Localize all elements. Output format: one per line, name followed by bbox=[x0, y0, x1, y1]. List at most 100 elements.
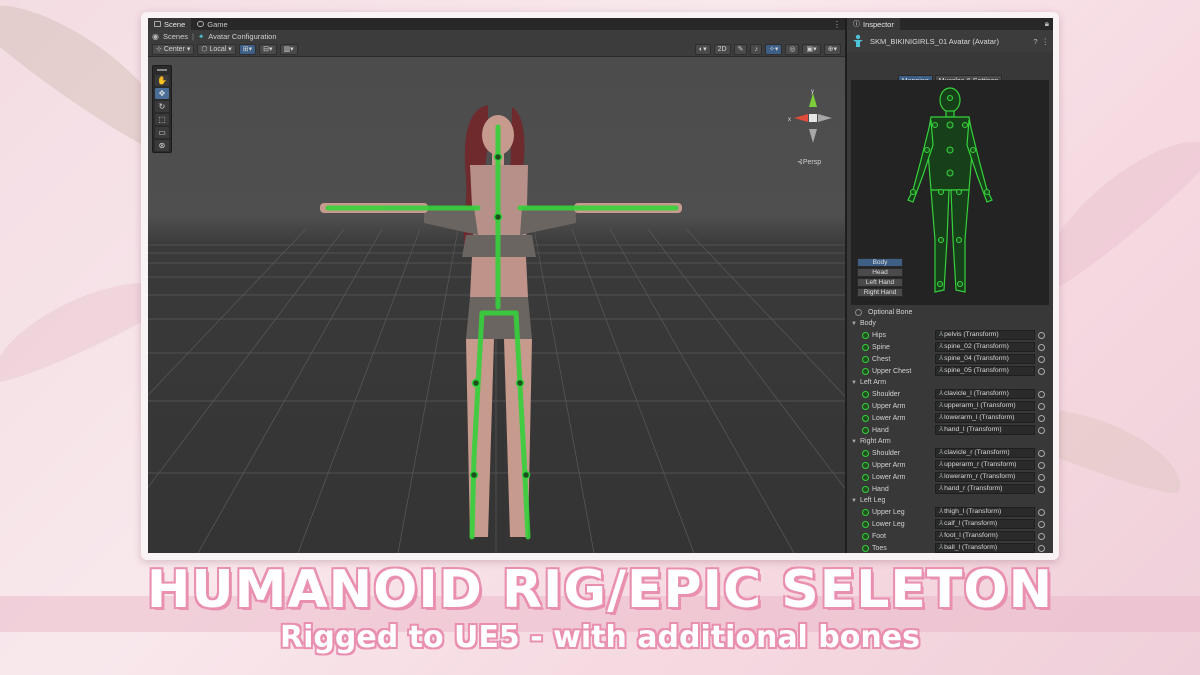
lock-icon[interactable]: 🔒︎ bbox=[1045, 19, 1053, 29]
bone-transform-value: ball_l (Transform) bbox=[944, 544, 998, 551]
bone-transform-field[interactable]: ⅄clavicle_r (Transform) bbox=[935, 448, 1035, 458]
draw-mode-dropdown[interactable]: ◐▾ bbox=[694, 43, 711, 55]
object-picker-icon[interactable] bbox=[1038, 485, 1045, 493]
move-tool-icon[interactable]: ✥ bbox=[155, 88, 169, 99]
drag-handle-icon[interactable] bbox=[157, 69, 167, 71]
bone-transform-value: hand_r (Transform) bbox=[944, 485, 1003, 492]
increment-snap-button[interactable]: ▥▾ bbox=[279, 43, 298, 55]
transform-icon: ⅄ bbox=[939, 355, 944, 362]
bone-row: Toes ⅄ball_l (Transform) bbox=[847, 542, 1053, 553]
bone-transform-field[interactable]: ⅄hand_l (Transform) bbox=[935, 425, 1035, 435]
pivot-dropdown[interactable]: ⊹ Center ▾ bbox=[152, 43, 195, 55]
avatar-icon: ✦ bbox=[197, 31, 205, 41]
help-icon[interactable]: ? bbox=[1033, 37, 1037, 46]
object-picker-icon[interactable] bbox=[1038, 414, 1045, 422]
object-picker-icon[interactable] bbox=[1038, 367, 1045, 375]
bone-transform-field[interactable]: ⅄clavicle_l (Transform) bbox=[935, 389, 1035, 399]
bone-transform-field[interactable]: ⅄hand_r (Transform) bbox=[935, 484, 1035, 494]
transform-icon: ⅄ bbox=[939, 414, 944, 421]
bone-transform-field[interactable]: ⅄spine_02 (Transform) bbox=[935, 342, 1035, 352]
caret-down-icon: ▼ bbox=[851, 379, 857, 386]
scene-tabbar: Scene Game ⋮ bbox=[148, 18, 845, 30]
lighting-button[interactable]: ✎ bbox=[733, 43, 748, 55]
bone-row: Hand ⅄hand_r (Transform) bbox=[847, 483, 1053, 495]
object-picker-icon[interactable] bbox=[1038, 402, 1045, 410]
object-picker-icon[interactable] bbox=[1038, 544, 1045, 552]
scene-viewport[interactable]: ✋ ✥ ↻ ⬚ ▭ ⊛ y x ⊰Persp bbox=[148, 57, 845, 553]
tab-game[interactable]: Game bbox=[191, 18, 233, 30]
bone-row: Chest ⅄spine_04 (Transform) bbox=[847, 353, 1053, 365]
bone-status-icon bbox=[862, 343, 869, 351]
bone-transform-value: upperarm_r (Transform) bbox=[944, 461, 1017, 468]
orientation-gizmo[interactable]: y x bbox=[788, 87, 838, 157]
object-picker-icon[interactable] bbox=[1038, 461, 1045, 469]
rect-tool-icon[interactable]: ▭ bbox=[155, 127, 169, 138]
object-picker-icon[interactable] bbox=[1038, 520, 1045, 528]
gizmos-dropdown[interactable]: ⊕▾ bbox=[823, 43, 841, 55]
left-hand-button[interactable]: Left Hand bbox=[857, 278, 903, 287]
object-picker-icon[interactable] bbox=[1038, 390, 1045, 398]
body-button[interactable]: Body bbox=[857, 258, 903, 267]
bone-section-header[interactable]: ▼ Left Arm bbox=[847, 377, 1053, 388]
grid-snap-button[interactable]: ⊞▾ bbox=[238, 43, 257, 55]
space-dropdown[interactable]: ⬡ Local ▾ bbox=[197, 43, 236, 55]
bone-transform-field[interactable]: ⅄pelvis (Transform) bbox=[935, 330, 1035, 340]
character-model[interactable] bbox=[148, 57, 845, 553]
hand-tool-icon[interactable]: ✋ bbox=[155, 75, 169, 86]
rotate-tool-icon[interactable]: ↻ bbox=[155, 101, 169, 112]
breadcrumb-scenes[interactable]: Scenes bbox=[163, 32, 188, 41]
bone-transform-field[interactable]: ⅄calf_l (Transform) bbox=[935, 519, 1035, 529]
object-picker-icon[interactable] bbox=[1038, 532, 1045, 540]
transform-icon: ⅄ bbox=[939, 520, 944, 527]
head-button[interactable]: Head bbox=[857, 268, 903, 277]
bone-label: Hand bbox=[872, 485, 889, 493]
object-picker-icon[interactable] bbox=[1038, 449, 1045, 457]
bone-transform-value: lowerarm_r (Transform) bbox=[944, 473, 1016, 480]
effects-icon: ✧▾ bbox=[768, 46, 779, 53]
bone-transform-field[interactable]: ⅄spine_05 (Transform) bbox=[935, 366, 1035, 376]
tab-inspector[interactable]: ⓘ Inspector bbox=[847, 18, 900, 30]
object-picker-icon[interactable] bbox=[1038, 355, 1045, 363]
bone-section-header[interactable]: ▼ Right Arm bbox=[847, 436, 1053, 447]
bone-transform-value: clavicle_l (Transform) bbox=[944, 390, 1009, 397]
bone-section-header[interactable]: ▼ Left Leg bbox=[847, 495, 1053, 506]
bone-transform-field[interactable]: ⅄thigh_l (Transform) bbox=[935, 507, 1035, 517]
bone-transform-value: upperarm_l (Transform) bbox=[944, 402, 1016, 409]
bone-transform-field[interactable]: ⅄upperarm_r (Transform) bbox=[935, 460, 1035, 470]
object-picker-icon[interactable] bbox=[1038, 473, 1045, 481]
projection-label[interactable]: ⊰Persp bbox=[797, 158, 821, 166]
bone-transform-field[interactable]: ⅄ball_l (Transform) bbox=[935, 543, 1035, 553]
transform-icon: ⅄ bbox=[939, 532, 944, 539]
toggle-2d-button[interactable]: 2D bbox=[713, 43, 731, 55]
bone-transform-field[interactable]: ⅄upperarm_l (Transform) bbox=[935, 401, 1035, 411]
grid-visibility-button[interactable]: ⊟▾ bbox=[259, 43, 277, 55]
object-picker-icon[interactable] bbox=[1038, 343, 1045, 351]
bone-transform-field[interactable]: ⅄foot_l (Transform) bbox=[935, 531, 1035, 541]
audio-button[interactable]: ♪ bbox=[750, 43, 762, 55]
bone-transform-field[interactable]: ⅄spine_04 (Transform) bbox=[935, 354, 1035, 364]
visibility-button[interactable]: ◎ bbox=[785, 43, 800, 55]
bone-transform-value: clavicle_r (Transform) bbox=[944, 449, 1010, 456]
transform-tool-icon[interactable]: ⊛ bbox=[155, 140, 169, 151]
tab-scene[interactable]: Scene bbox=[148, 18, 192, 30]
object-picker-icon[interactable] bbox=[1038, 331, 1045, 339]
bone-transform-field[interactable]: ⅄lowerarm_r (Transform) bbox=[935, 472, 1035, 482]
object-picker-icon[interactable] bbox=[1038, 508, 1045, 516]
bone-label: Hand bbox=[872, 426, 889, 434]
camera-dropdown[interactable]: ▣▾ bbox=[802, 43, 821, 55]
scale-tool-icon[interactable]: ⬚ bbox=[155, 114, 169, 125]
settings-icon[interactable]: ⋮ bbox=[1042, 37, 1050, 46]
breadcrumb-avatar-configuration[interactable]: Avatar Configuration bbox=[208, 32, 276, 41]
bone-row: Foot ⅄foot_l (Transform) bbox=[847, 530, 1053, 542]
optional-bone-label: Optional Bone bbox=[868, 308, 913, 316]
bone-section-header[interactable]: ▼ Body bbox=[847, 318, 1053, 329]
bone-status-icon bbox=[862, 414, 869, 422]
bone-row: Lower Leg ⅄calf_l (Transform) bbox=[847, 518, 1053, 530]
right-hand-button[interactable]: Right Hand bbox=[857, 288, 903, 297]
transform-icon: ⅄ bbox=[939, 343, 944, 350]
effects-dropdown[interactable]: ✧▾ bbox=[764, 43, 783, 55]
bone-status-icon bbox=[862, 508, 869, 516]
object-picker-icon[interactable] bbox=[1038, 426, 1045, 434]
more-menu-icon[interactable]: ⋮ bbox=[833, 20, 845, 29]
bone-transform-field[interactable]: ⅄lowerarm_l (Transform) bbox=[935, 413, 1035, 423]
